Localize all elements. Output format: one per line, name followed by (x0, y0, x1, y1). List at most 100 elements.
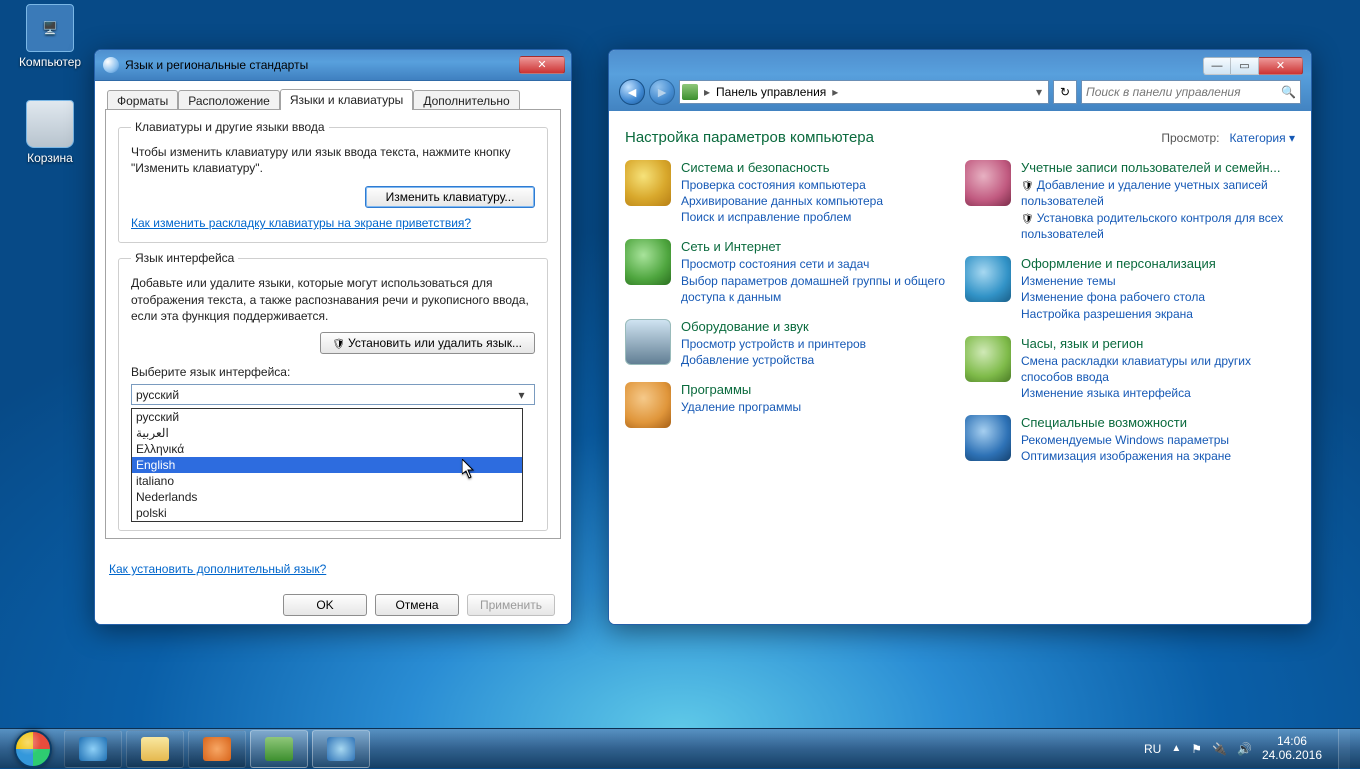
category-icon (965, 415, 1011, 461)
category-link[interactable]: Изменение темы (1021, 274, 1116, 288)
start-button[interactable] (6, 729, 60, 769)
category-link[interactable]: Смена раскладки клавиатуры или других сп… (1021, 354, 1251, 384)
navigation-bar: ◄ ► ▸ Панель управления ▸ ▾ ↻ Поиск в па… (615, 75, 1305, 111)
category-link[interactable]: Архивирование данных компьютера (681, 194, 883, 208)
close-button[interactable]: ✕ (519, 56, 565, 74)
dialog-tabs: Форматы Расположение Языки и клавиатуры … (107, 89, 561, 110)
category-icon (625, 239, 671, 285)
language-option[interactable]: русский (132, 409, 522, 425)
install-remove-language-button[interactable]: 🛡 Установить или удалить язык... (320, 332, 535, 354)
maximize-button[interactable]: ▭ (1231, 57, 1259, 75)
category-icon (625, 382, 671, 428)
language-option[interactable]: العربية (132, 425, 522, 441)
language-option[interactable]: Nederlands (132, 489, 522, 505)
refresh-button[interactable]: ↻ (1053, 80, 1077, 104)
taskbar-app-region[interactable] (312, 730, 370, 768)
taskbar-app-control-panel[interactable] (250, 730, 308, 768)
taskbar-app-mediaplayer[interactable] (188, 730, 246, 768)
taskbar-app-ie[interactable] (64, 730, 122, 768)
category-title[interactable]: Система и безопасность (681, 160, 883, 177)
desktop-icon-recycle[interactable]: Корзина (14, 100, 86, 165)
change-keyboard-button[interactable]: Изменить клавиатуру... (365, 186, 535, 208)
search-icon: 🔍 (1281, 85, 1296, 99)
desktop-icon-computer[interactable]: 🖥️ Компьютер (14, 4, 86, 69)
category-title[interactable]: Сеть и Интернет (681, 239, 955, 256)
desktop-icon-label: Корзина (14, 151, 86, 165)
chevron-down-icon[interactable]: ▾ (1032, 85, 1046, 99)
control-panel-window: — ▭ ✕ ◄ ► ▸ Панель управления ▸ ▾ ↻ Поис… (608, 49, 1312, 625)
category-link[interactable]: Рекомендуемые Windows параметры (1021, 433, 1229, 447)
category-link[interactable]: Настройка разрешения экрана (1021, 307, 1193, 321)
view-selector[interactable]: Просмотр: Категория ▾ (1161, 131, 1295, 145)
search-input[interactable]: Поиск в панели управления 🔍 (1081, 80, 1301, 104)
welcome-screen-link[interactable]: Как изменить раскладку клавиатуры на экр… (131, 216, 471, 230)
select-label: Выберите язык интерфейса: (131, 364, 535, 380)
apply-button[interactable]: Применить (467, 594, 555, 616)
category-link[interactable]: Установка родительского контроля для все… (1021, 211, 1283, 242)
category-icon (965, 160, 1011, 206)
select-value: русский (136, 388, 179, 402)
tab-location[interactable]: Расположение (178, 90, 280, 111)
interface-language-select[interactable]: русский ▾ (131, 384, 535, 405)
language-option-selected[interactable]: English (132, 457, 522, 473)
category: Оборудование и звукПросмотр устройств и … (625, 319, 955, 368)
category-link[interactable]: Проверка состояния компьютера (681, 178, 866, 192)
group-text: Чтобы изменить клавиатуру или язык ввода… (131, 144, 535, 176)
category-link[interactable]: Изменение языка интерфейса (1021, 386, 1191, 400)
tray-chevron-icon[interactable]: ▲ (1171, 743, 1181, 754)
clock-date: 24.06.2016 (1262, 749, 1322, 763)
category-link[interactable]: Изменение фона рабочего стола (1021, 290, 1205, 304)
install-additional-language-link[interactable]: Как установить дополнительный язык? (109, 562, 326, 576)
show-desktop-button[interactable] (1338, 729, 1350, 769)
category-link[interactable]: Просмотр состояния сети и задач (681, 257, 869, 271)
volume-icon[interactable]: 🔊 (1237, 742, 1252, 756)
category-title[interactable]: Специальные возможности (1021, 415, 1231, 432)
category-title[interactable]: Оформление и персонализация (1021, 256, 1216, 273)
category-title[interactable]: Часы, язык и регион (1021, 336, 1295, 353)
cancel-button[interactable]: Отмена (375, 594, 459, 616)
view-label: Просмотр: (1161, 131, 1219, 145)
language-option[interactable]: Ελληνικά (132, 441, 522, 457)
nav-forward-button[interactable]: ► (649, 79, 675, 105)
category-icon (965, 256, 1011, 302)
category-link[interactable]: Удаление программы (681, 400, 801, 414)
control-panel-icon (265, 737, 293, 761)
category-link[interactable]: Просмотр устройств и принтеров (681, 337, 866, 351)
category-link[interactable]: Поиск и исправление проблем (681, 210, 851, 224)
address-bar[interactable]: ▸ Панель управления ▸ ▾ (679, 80, 1049, 104)
window-titlebar[interactable]: Язык и региональные стандарты ✕ (95, 50, 571, 81)
taskbar-app-explorer[interactable] (126, 730, 184, 768)
language-option[interactable]: italiano (132, 473, 522, 489)
category-icon (965, 336, 1011, 382)
tab-keyboards-languages[interactable]: Языки и клавиатуры (280, 89, 413, 110)
language-option[interactable]: polski (132, 505, 522, 521)
category-grid: Система и безопасностьПроверка состояния… (625, 160, 1295, 478)
category-link[interactable]: Оптимизация изображения на экране (1021, 449, 1231, 463)
category: Учетные записи пользователей и семейн...… (965, 160, 1295, 242)
action-center-icon[interactable]: ⚑ (1191, 742, 1202, 756)
tab-additional[interactable]: Дополнительно (413, 90, 519, 111)
windows-logo-icon (14, 730, 52, 768)
clock-time: 14:06 (1262, 735, 1322, 749)
minimize-button[interactable]: — (1203, 57, 1231, 75)
category: Сеть и ИнтернетПросмотр состояния сети и… (625, 239, 955, 304)
breadcrumb-item[interactable]: Панель управления (716, 85, 826, 99)
control-panel-icon (682, 84, 698, 100)
breadcrumb-sep-icon: ▸ (830, 85, 840, 99)
keyboard-group: Клавиатуры и другие языки ввода Чтобы из… (118, 120, 548, 243)
category: Специальные возможностиРекомендуемые Win… (965, 415, 1295, 464)
ie-icon (79, 737, 107, 761)
network-icon[interactable]: 🔌 (1212, 742, 1227, 756)
ok-button[interactable]: OK (283, 594, 367, 616)
clock[interactable]: 14:06 24.06.2016 (1262, 735, 1322, 763)
close-button[interactable]: ✕ (1259, 57, 1303, 75)
nav-back-button[interactable]: ◄ (619, 79, 645, 105)
category-link[interactable]: Добавление устройства (681, 353, 814, 367)
category-title[interactable]: Оборудование и звук (681, 319, 866, 336)
category-link[interactable]: Выбор параметров домашней группы и общег… (681, 274, 945, 304)
category-title[interactable]: Учетные записи пользователей и семейн... (1021, 160, 1295, 177)
language-indicator[interactable]: RU (1144, 742, 1161, 756)
category-link[interactable]: Добавление и удаление учетных записей по… (1021, 178, 1268, 209)
category-title[interactable]: Программы (681, 382, 801, 399)
tab-formats[interactable]: Форматы (107, 90, 178, 111)
